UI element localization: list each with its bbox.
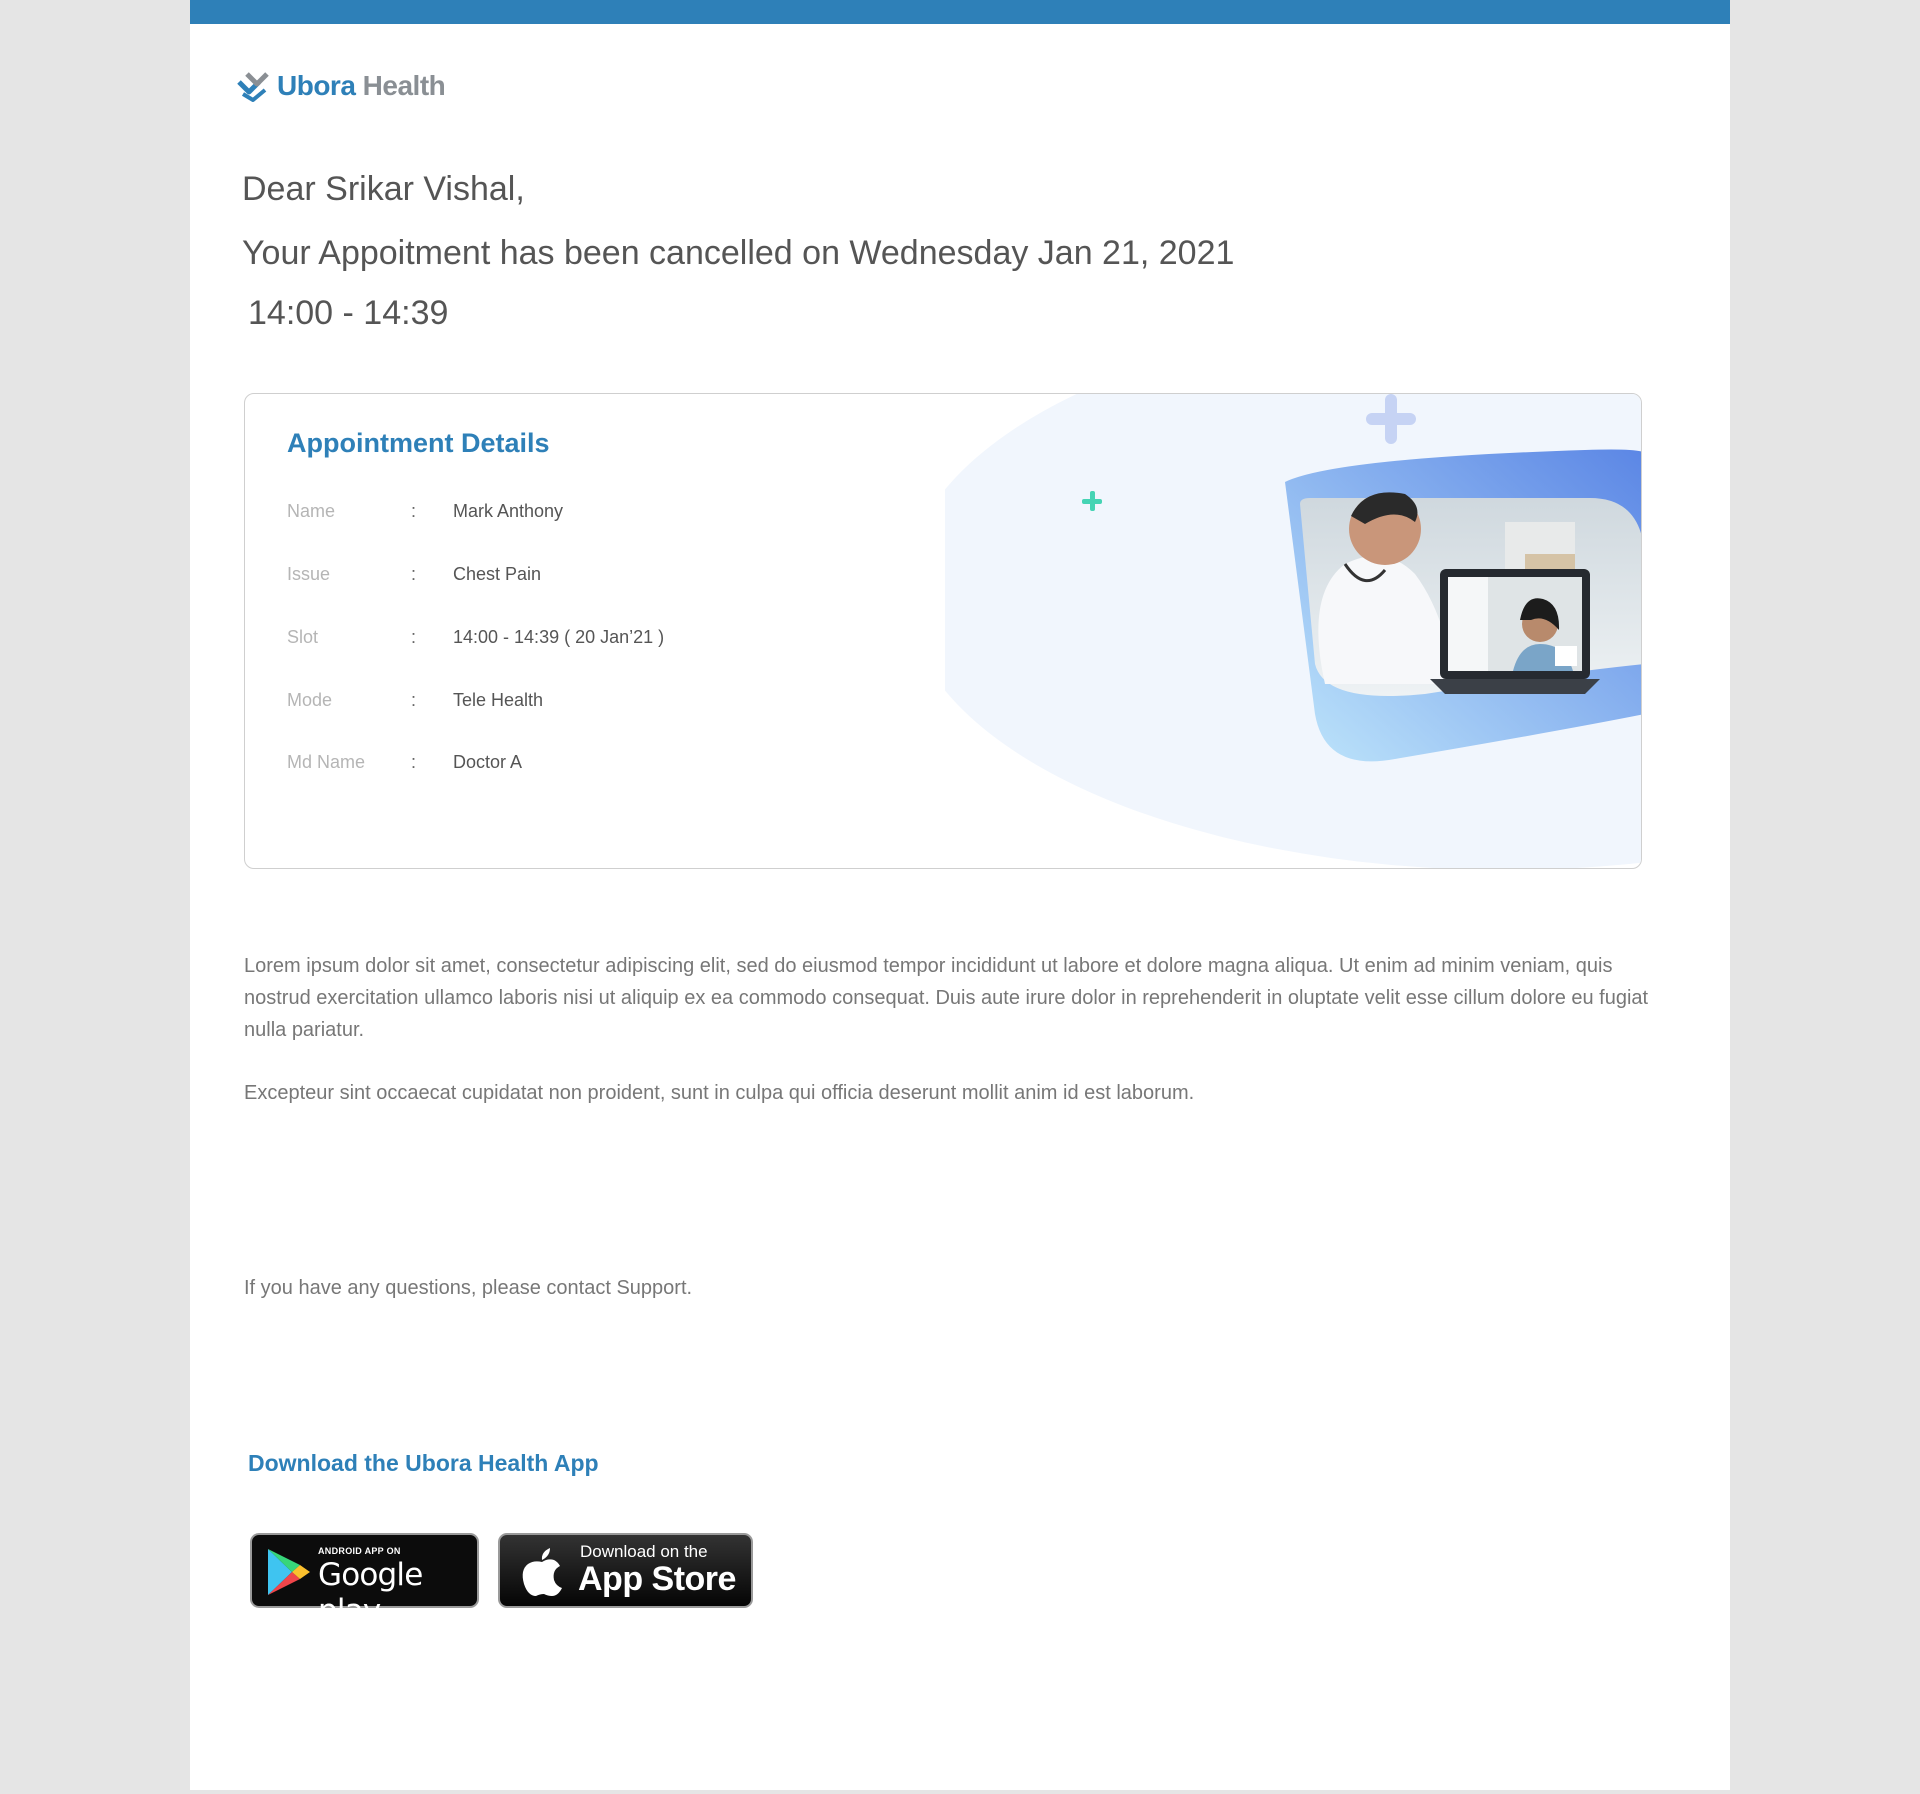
detail-label: Slot (287, 627, 319, 647)
detail-label: Mode (287, 690, 333, 710)
greeting-salutation: Dear Srikar Vishal, (242, 170, 525, 208)
detail-separator: : (411, 752, 417, 772)
google-play-icon (268, 1549, 310, 1595)
appointment-details-card: Appointment Details Name : Mark Anthony … (244, 393, 1642, 869)
ubora-health-logo[interactable]: Ubora Health (235, 68, 446, 104)
cancellation-time: 14:00 - 14:39 (248, 294, 449, 332)
telehealth-illustration (945, 394, 1641, 868)
detail-value: Mark Anthony (453, 501, 564, 521)
detail-value: 14:00 - 14:39 ( 20 Jan’21 ) (453, 627, 665, 647)
apple-icon (522, 1548, 562, 1596)
google-play-badge[interactable]: ANDROID APP ON Google play (250, 1533, 479, 1629)
google-play-small-text: ANDROID APP ON (318, 1546, 401, 1556)
detail-separator: : (411, 690, 417, 710)
app-store-small-text: Download on the (580, 1542, 708, 1561)
app-store-badge[interactable]: Download on the App Store (498, 1533, 753, 1608)
body-paragraph-2: Excepteur sint occaecat cupidatat non pr… (244, 1082, 1195, 1104)
cancellation-message: Your Appoitment has been cancelled on We… (242, 234, 1235, 272)
detail-value: Chest Pain (453, 564, 542, 584)
detail-value: Tele Health (453, 690, 544, 710)
support-text: If you have any questions, please contac… (244, 1277, 693, 1299)
logo-wordmark: Ubora Health (277, 70, 446, 102)
body-paragraph-1: Lorem ipsum dolor sit amet, consectetur … (244, 955, 1649, 1041)
app-store-big-text: App Store (578, 1560, 736, 1598)
detail-separator: : (411, 501, 417, 521)
detail-label: Md Name (287, 752, 366, 772)
detail-separator: : (411, 627, 417, 647)
logo-word-2: Health (355, 70, 446, 101)
google-play-big-text: Google play (318, 1557, 423, 1629)
detail-separator: : (411, 564, 417, 584)
email-container: Ubora Health Dear Srikar Vishal, Your Ap… (190, 0, 1730, 1790)
top-accent-bar (190, 0, 1730, 24)
ubora-logo-icon (237, 72, 269, 102)
detail-label: Issue (287, 564, 331, 584)
laptop-icon (1430, 569, 1600, 694)
card-title: Appointment Details (287, 428, 550, 458)
detail-label: Name (287, 501, 336, 521)
download-app-heading: Download the Ubora Health App (248, 1450, 599, 1476)
detail-value: Doctor A (453, 752, 523, 772)
logo-word-1: Ubora (277, 70, 356, 101)
